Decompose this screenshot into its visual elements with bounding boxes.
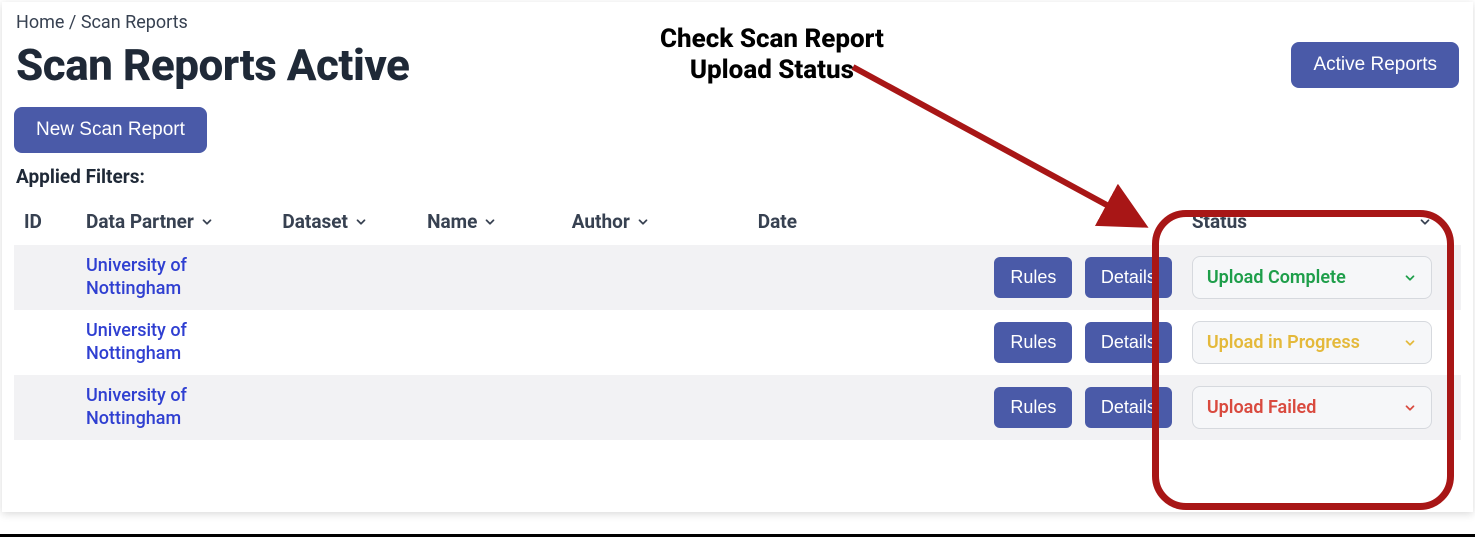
col-id[interactable]: ID	[24, 210, 42, 233]
chevron-down-icon	[354, 215, 368, 229]
table-header-row: ID Data Partner Dataset	[14, 198, 1461, 245]
col-dataset-label: Dataset	[282, 210, 348, 233]
scan-reports-table: ID Data Partner Dataset	[14, 198, 1461, 440]
status-label: Upload Failed	[1207, 397, 1317, 418]
chevron-down-icon	[1403, 271, 1417, 285]
breadcrumb-current[interactable]: Scan Reports	[81, 12, 188, 33]
rules-button[interactable]: Rules	[994, 387, 1072, 428]
status-dropdown[interactable]: Upload Failed	[1192, 386, 1432, 429]
table-row: University of Nottingham Rules Details U…	[14, 375, 1461, 440]
col-status[interactable]: Status	[1192, 210, 1432, 233]
annotation-callout-text: Check Scan Report Upload Status	[660, 24, 884, 86]
col-id-label: ID	[24, 210, 42, 233]
col-date[interactable]: Date	[758, 210, 797, 233]
col-name[interactable]: Name	[427, 210, 497, 233]
status-dropdown[interactable]: Upload Complete	[1192, 256, 1432, 299]
status-label: Upload Complete	[1207, 267, 1346, 288]
breadcrumb-home[interactable]: Home	[16, 12, 64, 33]
col-date-label: Date	[758, 210, 797, 233]
col-name-label: Name	[427, 210, 477, 233]
active-reports-button[interactable]: Active Reports	[1291, 42, 1459, 88]
col-author-label: Author	[572, 210, 630, 233]
chevron-down-icon	[636, 215, 650, 229]
table-row: University of Nottingham Rules Details U…	[14, 245, 1461, 310]
chevron-down-icon	[1403, 401, 1417, 415]
data-partner-link[interactable]: University of Nottingham	[86, 255, 262, 300]
col-data-partner-label: Data Partner	[86, 210, 194, 233]
status-label: Upload in Progress	[1207, 332, 1360, 353]
new-scan-report-row: New Scan Report	[14, 107, 1461, 153]
chevron-down-icon	[1418, 215, 1432, 229]
page-title: Scan Reports Active	[16, 39, 409, 91]
chevron-down-icon	[1403, 336, 1417, 350]
details-button[interactable]: Details	[1085, 257, 1172, 298]
col-author[interactable]: Author	[572, 210, 650, 233]
annotation-line1: Check Scan Report	[660, 24, 884, 55]
applied-filters-label: Applied Filters:	[14, 165, 1461, 188]
breadcrumb-sep: /	[69, 12, 76, 33]
chevron-down-icon	[483, 215, 497, 229]
details-button[interactable]: Details	[1085, 387, 1172, 428]
data-partner-link[interactable]: University of Nottingham	[86, 385, 262, 430]
col-status-label: Status	[1192, 210, 1247, 233]
rules-button[interactable]: Rules	[994, 257, 1072, 298]
col-dataset[interactable]: Dataset	[282, 210, 368, 233]
annotation-line2: Upload Status	[660, 55, 884, 86]
data-partner-link[interactable]: University of Nottingham	[86, 320, 262, 365]
details-button[interactable]: Details	[1085, 322, 1172, 363]
status-dropdown[interactable]: Upload in Progress	[1192, 321, 1432, 364]
col-data-partner[interactable]: Data Partner	[86, 210, 214, 233]
chevron-down-icon	[200, 215, 214, 229]
new-scan-report-button[interactable]: New Scan Report	[14, 107, 207, 153]
table-row: University of Nottingham Rules Details U…	[14, 310, 1461, 375]
rules-button[interactable]: Rules	[994, 322, 1072, 363]
